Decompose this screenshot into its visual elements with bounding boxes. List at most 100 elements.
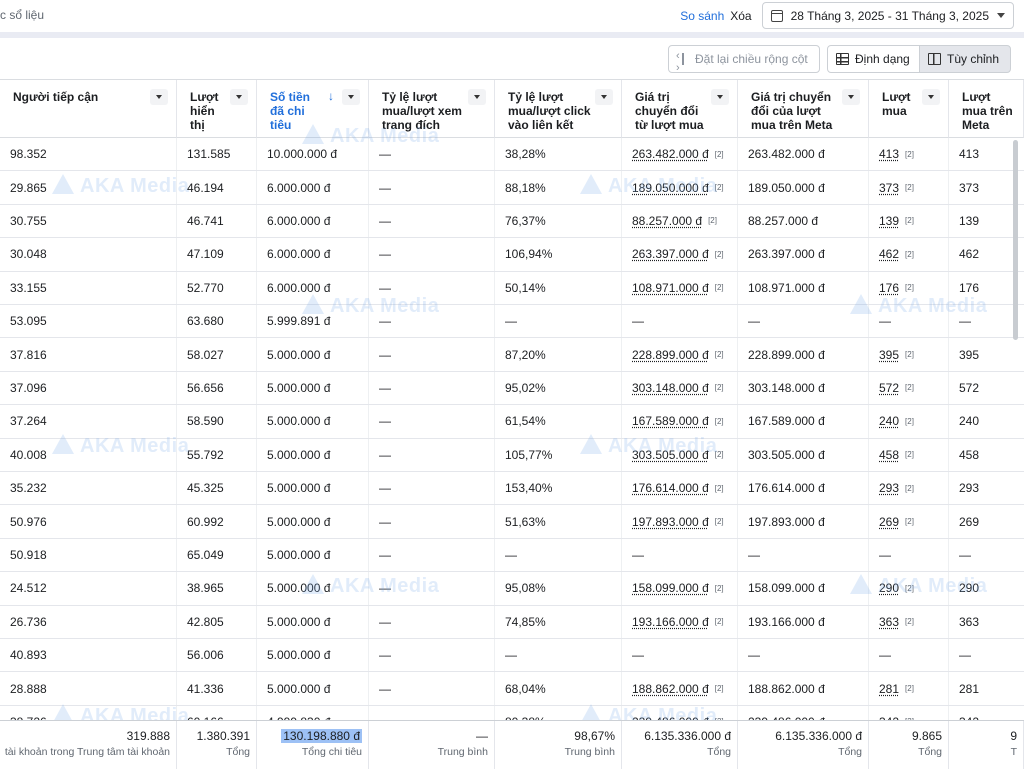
table-cell: 56.006 (177, 639, 257, 671)
cell-value: 240 (879, 414, 899, 428)
table-cell: 153,40% (495, 472, 622, 504)
table-cell: 303.505.000 đ [2] (622, 439, 738, 471)
table-cell: 65.049 (177, 539, 257, 571)
table-row[interactable]: 24.512 38.965 5.000.000 đ — 95,08% 158.099.00… (0, 572, 1024, 605)
column-header[interactable]: Tỷ lệ lượt mua/lượt click vào liên kết (495, 80, 622, 138)
column-header[interactable]: Lượt mua trên Meta (949, 80, 1024, 138)
table-row[interactable]: 38.72660.1664.999.830 đ—80,38%239.486.00… (0, 706, 1024, 720)
column-menu-button[interactable] (922, 89, 940, 105)
cell-value: 263.397.000 đ (748, 247, 825, 261)
footnote-marker: [2] (715, 350, 724, 359)
cell-value: 176.614.000 đ (748, 481, 825, 495)
table-row[interactable]: 37.096 56.656 5.000.000 đ — 95,02% 303.148.00… (0, 372, 1024, 405)
cell-value: 303.505.000 đ (632, 448, 709, 462)
table-cell: 197.893.000 đ [2] (622, 505, 738, 537)
chevron-down-icon (348, 95, 354, 99)
column-header[interactable]: Tỷ lệ lượt mua/lượt xem trang đích (369, 80, 495, 138)
footnote-marker: [2] (905, 484, 914, 493)
cell-value: 303.148.000 đ (632, 381, 709, 395)
cell-value: 395 (879, 348, 899, 362)
cell-value: 5.000.000 đ (267, 581, 330, 595)
cell-value: 413 (879, 147, 899, 161)
column-header[interactable]: Lượt hiển thị (177, 80, 257, 138)
table-cell: — (369, 572, 495, 604)
column-menu-button[interactable] (150, 89, 168, 105)
table-cell: — (622, 539, 738, 571)
table-row[interactable]: 35.232 45.325 5.000.000 đ — 153,40% 176.614.0… (0, 472, 1024, 505)
footnote-marker: [2] (715, 617, 724, 626)
reset-column-width-button[interactable]: Đặt lại chiều rộng cột (668, 45, 820, 73)
cell-value: 37.816 (10, 348, 47, 362)
column-menu-button[interactable] (342, 89, 360, 105)
vertical-scrollbar[interactable] (1013, 140, 1018, 340)
top-bar: c sổ liệu So sánh Xóa 28 Tháng 3, 2025 -… (0, 0, 1024, 32)
table-row[interactable]: 33.155 52.770 6.000.000 đ — 50,14% 108.971.00… (0, 272, 1024, 305)
cell-value: 5.000.000 đ (267, 615, 330, 629)
column-menu-button[interactable] (468, 89, 486, 105)
table-cell: 395 (949, 338, 1024, 370)
footnote-marker: [2] (715, 517, 724, 526)
table-cell: — (869, 639, 949, 671)
table-cell: — (495, 539, 622, 571)
chevron-down-icon (997, 13, 1005, 18)
chevron-down-icon (848, 95, 854, 99)
table-row[interactable]: 30.755 46.741 6.000.000 đ — 76,37% 88.257.000… (0, 205, 1024, 238)
footnote-marker: [2] (715, 250, 724, 259)
table-row[interactable]: 28.888 41.336 5.000.000 đ — 68,04% 188.862.00… (0, 672, 1024, 705)
table-row[interactable]: 30.048 47.109 6.000.000 đ — 106,94% 263.397.0… (0, 238, 1024, 271)
date-range-picker[interactable]: 28 Tháng 3, 2025 - 31 Tháng 3, 2025 (762, 2, 1014, 29)
cell-value: 42.805 (187, 615, 224, 629)
table-row[interactable]: 40.008 55.792 5.000.000 đ — 105,77% 303.505.0… (0, 439, 1024, 472)
column-header[interactable]: Giá trị chuyển đổi của lượt mua trên Met… (738, 80, 869, 138)
table-cell: 53.095 (0, 305, 177, 337)
clear-link[interactable]: Xóa (730, 9, 751, 23)
table-cell: 5.000.000 đ (257, 606, 369, 638)
footnote-marker: [2] (715, 283, 724, 292)
table-row[interactable]: 50.976 60.992 5.000.000 đ — 51,63% 197.893.00… (0, 505, 1024, 538)
chevron-down-icon (601, 95, 607, 99)
table-cell: — (369, 272, 495, 304)
table-cell: 95,08% (495, 572, 622, 604)
cell-value: 56.006 (187, 648, 224, 662)
table-row[interactable]: 26.736 42.805 5.000.000 đ — 74,85% 193.166.00… (0, 606, 1024, 639)
column-header[interactable]: Số tiền đã chi tiêu ↓ (257, 80, 369, 138)
table-row[interactable]: 29.865 46.194 6.000.000 đ — 88,18% 189.050.00… (0, 171, 1024, 204)
column-header[interactable]: Giá trị chuyển đổi từ lượt mua (622, 80, 738, 138)
format-button[interactable]: Định dạng (827, 45, 920, 73)
table-cell: 28.888 (0, 672, 177, 704)
compare-link[interactable]: So sánh (680, 9, 724, 23)
table-row[interactable]: 98.352 131.585 10.000.000 đ — 38,28% 263.482.… (0, 138, 1024, 171)
column-header[interactable]: Lượt mua (869, 80, 949, 138)
footnote-marker: [2] (715, 584, 724, 593)
total-cell: 130.198.880 đ Tổng chi tiêu (257, 721, 369, 769)
table-cell: 76,37% (495, 205, 622, 237)
table-cell: 60.166 (177, 706, 257, 720)
table-cell: 228.899.000 đ (738, 338, 869, 370)
table-cell: — (869, 305, 949, 337)
table-format-icon (836, 53, 849, 65)
column-menu-button[interactable] (711, 89, 729, 105)
table-row[interactable]: 40.893 56.006 5.000.000 đ — — — — — — (0, 639, 1024, 672)
column-menu-button[interactable] (595, 89, 613, 105)
cell-value: — (379, 247, 391, 261)
customize-button[interactable]: Tùy chỉnh (919, 45, 1011, 73)
table-row[interactable]: 53.095 63.680 5.999.891 đ — — — — — — (0, 305, 1024, 338)
table-row[interactable]: 50.918 65.049 5.000.000 đ — — — — — — (0, 539, 1024, 572)
column-header[interactable]: Người tiếp cận (0, 80, 177, 138)
table-cell: — (738, 305, 869, 337)
table-row[interactable]: 37.816 58.027 5.000.000 đ — 87,20% 228.899.00… (0, 338, 1024, 371)
total-value[interactable]: 130.198.880 đ (281, 729, 362, 743)
table-cell: 240 (949, 405, 1024, 437)
column-menu-button[interactable] (842, 89, 860, 105)
date-controls: So sánh Xóa 28 Tháng 3, 2025 - 31 Tháng … (680, 2, 1014, 29)
table-cell: 373 [2] (869, 171, 949, 203)
table-cell: 40.008 (0, 439, 177, 471)
cell-value: 6.000.000 đ (267, 281, 330, 295)
cell-value: 26.736 (10, 615, 47, 629)
cell-value: 281 (879, 682, 899, 696)
cell-value: — (632, 648, 644, 662)
table-cell: — (369, 171, 495, 203)
table-cell: 269 [2] (869, 505, 949, 537)
column-menu-button[interactable] (230, 89, 248, 105)
table-row[interactable]: 37.264 58.590 5.000.000 đ — 61,54% 167.589.00… (0, 405, 1024, 438)
